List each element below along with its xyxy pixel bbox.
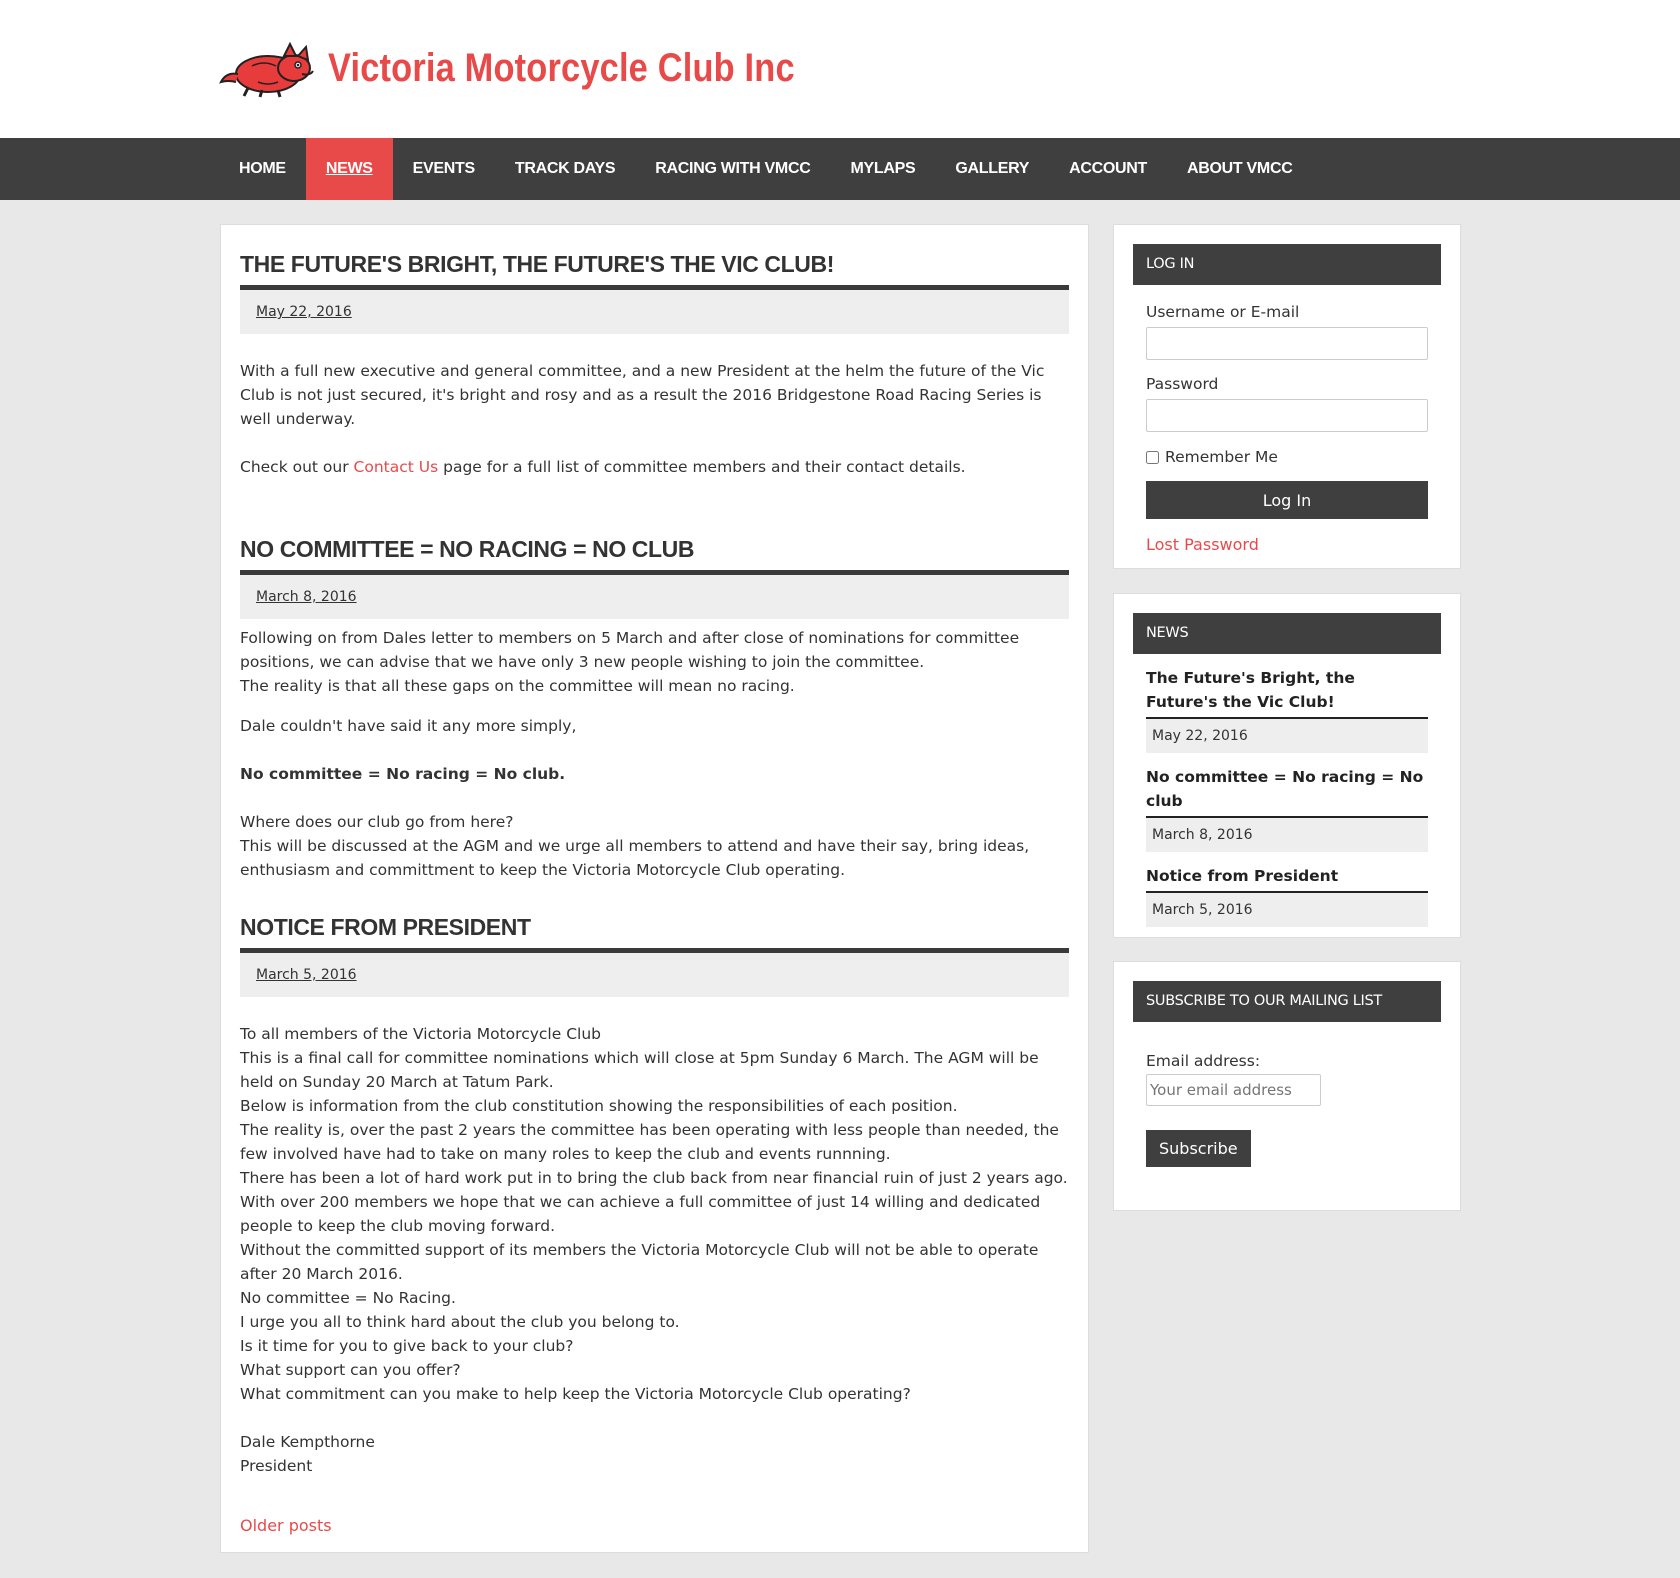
news-item-date: May 22, 2016 [1146,719,1428,753]
username-label: Username or E-mail [1146,303,1300,321]
post-title[interactable]: NO COMMITTEE = NO RACING = NO CLUB [240,536,1069,575]
post-body: To all members of the Victoria Motorcycl… [240,997,1069,1478]
post-title[interactable]: NOTICE FROM PRESIDENT [240,914,1069,953]
post-date-bar: May 22, 2016 [240,290,1069,334]
post-date-bar: March 5, 2016 [240,953,1069,997]
post-date-link[interactable]: March 5, 2016 [256,967,357,983]
post-paragraph: With a full new executive and general co… [240,362,1045,428]
post-paragraph: Where does our club go from here? [240,813,514,831]
subscribe-widget: SUBSCRIBE TO OUR MAILING LIST Email addr… [1113,961,1461,1211]
news-list: The Future's Bright, the Future's the Vi… [1133,654,1441,927]
nav-item-mylaps[interactable]: MYLAPS [830,138,935,200]
subscribe-button-row: Subscribe [1146,1106,1428,1167]
username-input[interactable] [1146,327,1428,360]
password-label: Password [1146,375,1219,393]
widget-heading: SUBSCRIBE TO OUR MAILING LIST [1133,981,1441,1022]
news-item: The Future's Bright, the Future's the Vi… [1146,666,1428,753]
subscribe-button[interactable]: Subscribe [1146,1130,1251,1167]
login-button[interactable]: Log In [1146,481,1428,519]
nav-item-racing-with-vmcc[interactable]: RACING WITH VMCC [635,138,830,200]
login-form: Username or E-mail Password Remember Me … [1133,303,1441,554]
post-article: NOTICE FROM PRESIDENT March 5, 2016 To a… [240,914,1069,1478]
news-item: Notice from President March 5, 2016 [1146,864,1428,927]
news-item-title[interactable]: No committee = No racing = No club [1146,765,1428,818]
post-line: Without the committed support of its mem… [240,1241,1039,1283]
post-title[interactable]: THE FUTURE'S BRIGHT, THE FUTURE'S THE VI… [240,251,1069,290]
post-line: I urge you all to think hard about the c… [240,1313,680,1331]
news-item-title[interactable]: Notice from President [1146,864,1428,893]
signature-name: Dale Kempthorne [240,1433,375,1451]
widget-heading: NEWS [1133,613,1441,654]
posts-list: THE FUTURE'S BRIGHT, THE FUTURE'S THE VI… [220,224,1089,1553]
post-text: page for a full list of committee member… [438,458,966,476]
post-article: THE FUTURE'S BRIGHT, THE FUTURE'S THE VI… [240,251,1069,479]
contact-us-link[interactable]: Contact Us [354,458,439,476]
site-title[interactable]: Victoria Motorcycle Club Inc [328,46,795,91]
nav-item-account[interactable]: ACCOUNT [1049,138,1167,200]
post-date-bar: March 8, 2016 [240,575,1069,619]
post-line: Below is information from the club const… [240,1097,958,1115]
site-header: Victoria Motorcycle Club Inc [0,0,1680,138]
news-item-date: March 5, 2016 [1146,893,1428,927]
remember-me-label[interactable]: Remember Me [1165,448,1278,466]
post-paragraph: Check out our Contact Us page for a full… [240,455,1069,479]
nav-item-home[interactable]: HOME [219,138,306,200]
post-paragraph: No committee = No racing = No club. [240,765,566,783]
subscribe-form: Email address: Subscribe [1133,1022,1441,1167]
post-body: With a full new executive and general co… [240,334,1069,479]
nav-item-events[interactable]: EVENTS [393,138,495,200]
email-input[interactable] [1146,1074,1321,1106]
news-widget: NEWS The Future's Bright, the Future's t… [1113,593,1461,938]
news-item-date: March 8, 2016 [1146,818,1428,852]
bulldog-logo-icon [219,41,314,98]
post-paragraph: This will be discussed at the AGM and we… [240,837,1030,879]
password-input[interactable] [1146,399,1428,432]
post-line: This is a final call for committee nomin… [240,1049,1039,1091]
post-date-link[interactable]: May 22, 2016 [256,304,352,320]
nav-item-gallery[interactable]: GALLERY [935,138,1049,200]
post-line: What support can you offer? [240,1361,461,1379]
nav-item-about-vmcc[interactable]: ABOUT VMCC [1167,138,1312,200]
nav-item-news[interactable]: NEWS [305,138,393,200]
nav-item-track-days[interactable]: TRACK DAYS [495,138,635,200]
remember-me-row: Remember Me [1146,448,1428,466]
post-paragraph: Following on from Dales letter to member… [240,629,1020,671]
post-paragraph: Dale couldn't have said it any more simp… [240,717,577,735]
post-line: Is it time for you to give back to your … [240,1337,574,1355]
post-date-link[interactable]: March 8, 2016 [256,589,357,605]
widget-heading: LOG IN [1133,244,1441,285]
news-item: No committee = No racing = No club March… [1146,765,1428,852]
post-line: To all members of the Victoria Motorcycl… [240,1025,601,1043]
post-line: There has been a lot of hard work put in… [240,1169,1068,1187]
main-nav: HOME NEWS EVENTS TRACK DAYS RACING WITH … [0,138,1680,200]
post-line: The reality is, over the past 2 years th… [240,1121,1059,1163]
news-item-title[interactable]: The Future's Bright, the Future's the Vi… [1146,666,1428,719]
lost-password-link[interactable]: Lost Password [1146,535,1428,554]
post-line: What commitment can you make to help kee… [240,1385,911,1403]
email-label: Email address: [1146,1052,1261,1070]
post-text: Check out our [240,458,354,476]
site-logo-link[interactable]: Victoria Motorcycle Club Inc [218,38,871,98]
post-line: No committee = No Racing. [240,1289,456,1307]
post-body: Following on from Dales letter to member… [240,619,1069,882]
login-widget: LOG IN Username or E-mail Password Remem… [1113,224,1461,569]
post-paragraph: The reality is that all these gaps on th… [240,677,795,695]
post-line: With over 200 members we hope that we ca… [240,1193,1041,1235]
older-posts-link[interactable]: Older posts [240,1516,332,1535]
signature-role: President [240,1457,313,1475]
remember-me-checkbox[interactable] [1146,450,1159,464]
post-article: NO COMMITTEE = NO RACING = NO CLUB March… [240,536,1069,882]
